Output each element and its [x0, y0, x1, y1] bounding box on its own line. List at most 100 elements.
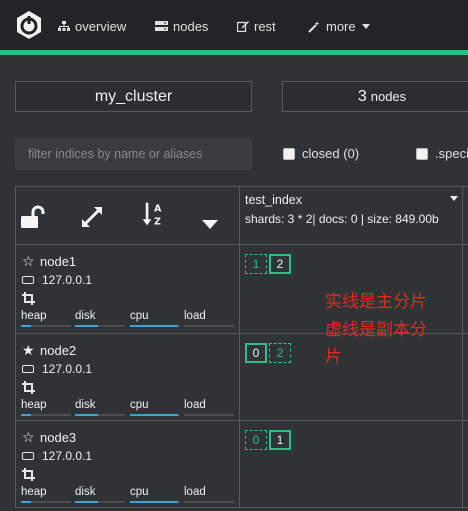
shard-replica[interactable]: 2	[269, 343, 291, 363]
node-count-box: 3 nodes	[282, 81, 468, 112]
hdd-icon	[22, 276, 34, 284]
metric-bar-cpu	[130, 501, 180, 503]
metric-label-heap: heap	[21, 486, 47, 498]
metric-bar-heap	[21, 501, 71, 503]
star-outline-icon: ☆	[22, 253, 35, 269]
nav-overview-label: overview	[75, 18, 127, 34]
filter-placeholder: filter indices by name or aliases	[28, 147, 203, 161]
server-icon	[155, 21, 168, 31]
chevron-down-icon	[361, 23, 370, 29]
metric-label-cpu: cpu	[130, 310, 149, 322]
nav-rest-label: rest	[254, 18, 276, 34]
row-divider	[15, 244, 468, 245]
metric-bar-cpu	[130, 414, 180, 416]
node-name-label: node1	[40, 254, 77, 269]
metric-label-cpu: cpu	[130, 486, 149, 498]
metric-label-disk: disk	[75, 310, 96, 322]
crop-icon[interactable]	[22, 292, 35, 305]
metric-label-load: load	[184, 310, 206, 322]
sort-alpha-icon[interactable]: A Z	[140, 201, 168, 227]
annotation-line: 片	[325, 347, 342, 366]
node-name[interactable]: ★ node2	[22, 342, 76, 359]
node-count: 3	[357, 87, 367, 105]
metric-bar-load	[184, 414, 234, 416]
metric-label-disk: disk	[75, 399, 96, 411]
metric-bar-fill	[130, 325, 178, 327]
crop-icon[interactable]	[22, 381, 35, 394]
checkbox-box[interactable]	[416, 147, 428, 160]
special-indices-checkbox[interactable]: .speci	[416, 146, 468, 161]
cerebro-logo-icon[interactable]	[14, 10, 44, 40]
node-ip: 127.0.0.1	[22, 449, 92, 463]
metric-bar-heap	[21, 325, 71, 327]
metric-bar-fill	[21, 325, 31, 327]
metric-bar-load	[184, 501, 234, 503]
navbar-accent-line	[0, 50, 468, 55]
metric-label-heap: heap	[21, 399, 47, 411]
annotation-line: 虚线是副本分	[325, 320, 427, 339]
unlock-icon[interactable]	[20, 204, 46, 230]
metric-bar-heap	[21, 414, 71, 416]
closed-indices-label: closed (0)	[302, 146, 360, 161]
cluster-name-box: my_cluster	[15, 81, 252, 112]
metric-bar-fill	[75, 501, 98, 503]
metric-bar-fill	[21, 501, 31, 503]
caret-down-icon[interactable]	[202, 212, 218, 238]
column-divider	[462, 186, 463, 508]
metric-bar-fill	[75, 325, 98, 327]
annotation-line: 实线是主分片	[325, 292, 427, 311]
nav-overview[interactable]: overview	[58, 16, 126, 36]
expand-icon[interactable]	[80, 204, 104, 230]
special-indices-label: .speci	[435, 146, 468, 161]
closed-indices-checkbox[interactable]: closed (0)	[283, 146, 359, 161]
metric-bar-fill	[21, 414, 31, 416]
node-name[interactable]: ☆ node3	[22, 429, 76, 446]
index-menu-caret-icon[interactable]	[450, 196, 458, 201]
index-name[interactable]: test_index	[245, 193, 302, 207]
shard-replica[interactable]: 1	[245, 254, 267, 274]
index-filter-input[interactable]: filter indices by name or aliases	[15, 138, 252, 170]
hdd-icon	[22, 365, 34, 373]
row-divider	[15, 420, 468, 421]
checkbox-box[interactable]	[283, 147, 295, 160]
column-divider	[239, 186, 240, 508]
metric-bar-disk	[75, 414, 125, 416]
magic-wand-icon	[308, 20, 320, 33]
metric-bar-cpu	[130, 325, 180, 327]
metric-bar-fill	[75, 414, 98, 416]
svg-text:A: A	[154, 203, 162, 214]
metric-label-disk: disk	[75, 486, 96, 498]
star-filled-icon: ★	[22, 342, 35, 358]
shard-replica[interactable]: 0	[245, 430, 267, 450]
metric-bar-disk	[75, 501, 125, 503]
node-name-label: node3	[40, 430, 77, 445]
metric-bar-fill	[130, 414, 178, 416]
metric-label-cpu: cpu	[130, 399, 149, 411]
node-count-label: nodes	[370, 89, 407, 104]
index-meta: shards: 3 * 2| docs: 0 | size: 849.00b	[245, 212, 439, 226]
node-ip-label: 127.0.0.1	[42, 362, 93, 376]
node-ip: 127.0.0.1	[22, 362, 92, 376]
node-ip-label: 127.0.0.1	[42, 273, 93, 287]
star-outline-icon: ☆	[22, 429, 35, 445]
node-name[interactable]: ☆ node1	[22, 253, 76, 270]
crop-icon[interactable]	[22, 468, 35, 481]
nav-more-dropdown[interactable]: more	[308, 16, 370, 36]
nav-more-label: more	[326, 18, 356, 34]
edit-icon	[237, 21, 249, 32]
metric-bar-load	[184, 325, 234, 327]
node-ip-label: 127.0.0.1	[42, 449, 93, 463]
sitemap-icon	[58, 20, 70, 31]
table-header-controls: A Z	[16, 190, 238, 240]
metric-label-heap: heap	[21, 310, 47, 322]
shard-primary[interactable]: 2	[269, 254, 291, 274]
metric-label-load: load	[184, 399, 206, 411]
nav-rest[interactable]: rest	[237, 16, 276, 36]
shard-primary[interactable]: 0	[245, 343, 267, 363]
metric-bar-fill	[130, 501, 178, 503]
hdd-icon	[22, 452, 34, 460]
node-ip: 127.0.0.1	[22, 273, 92, 287]
shard-primary[interactable]: 1	[269, 430, 291, 450]
nav-nodes[interactable]: nodes	[155, 16, 208, 36]
svg-text:Z: Z	[154, 216, 161, 227]
